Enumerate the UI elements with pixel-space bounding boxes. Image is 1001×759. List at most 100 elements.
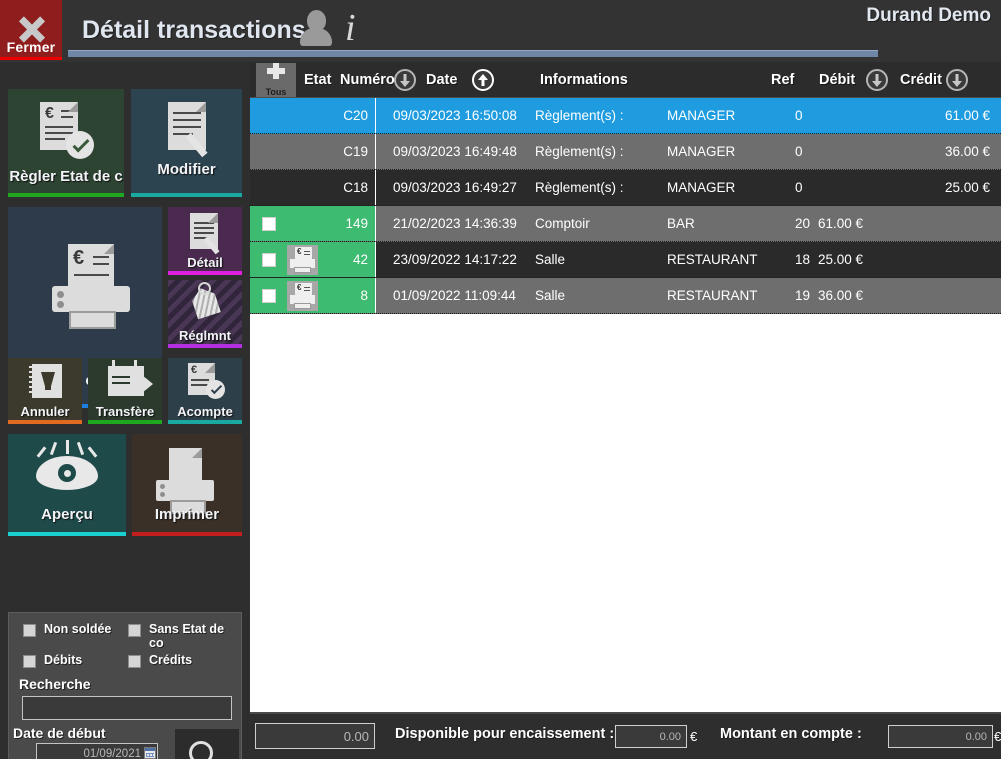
cell-debit: 61.00 € bbox=[818, 216, 864, 231]
cell-ref: 19 bbox=[795, 288, 811, 303]
tile-label: Réglmnt bbox=[179, 328, 231, 343]
search-input[interactable] bbox=[22, 696, 232, 720]
cell-who: RESTAURANT bbox=[667, 288, 758, 303]
divider bbox=[250, 712, 1001, 714]
cell-ref: 20 bbox=[795, 216, 811, 231]
sort-debit-desc-button[interactable] bbox=[866, 69, 888, 91]
cell-informations: Salle bbox=[535, 288, 566, 303]
column-header-debit[interactable]: Débit bbox=[819, 72, 855, 88]
cell-ref: 0 bbox=[795, 144, 803, 159]
page-title: Détail transactions bbox=[82, 16, 306, 44]
tile-label: Aperçu bbox=[41, 506, 93, 523]
tile-reglement[interactable]: Réglmnt bbox=[168, 280, 242, 348]
table-row[interactable]: C20 09/03/2023 16:50:08 Règlement(s) : MANA… bbox=[250, 98, 1001, 134]
table-body: C20 09/03/2023 16:50:08 Règlement(s) : MANA… bbox=[250, 98, 1001, 759]
column-divider bbox=[375, 206, 376, 241]
printer-icon bbox=[169, 448, 202, 480]
bottom-summary-bar: Disponible pour encaissement : € Montant… bbox=[250, 712, 1001, 759]
checkbox-credits[interactable] bbox=[128, 655, 141, 668]
tile-label: Annuler bbox=[20, 404, 70, 419]
info-icon[interactable]: i bbox=[345, 8, 369, 50]
cell-date: 21/02/2023 14:36:39 bbox=[393, 216, 517, 231]
table-row[interactable]: €8 01/09/2022 11:09:44 Salle RESTAURANT 19 36… bbox=[250, 278, 1001, 314]
checkbox-label: Débits bbox=[44, 653, 83, 667]
available-label: Disponible pour encaissement : bbox=[395, 726, 615, 742]
date-start-label: Date de début bbox=[13, 725, 106, 741]
tile-annuler[interactable]: Annuler bbox=[8, 358, 82, 424]
checkbox-label: Crédits bbox=[149, 653, 193, 667]
document-edit-icon bbox=[168, 102, 206, 150]
column-divider bbox=[375, 242, 376, 277]
title-bar: Fermer Détail transactions i Durand Demo bbox=[0, 0, 1001, 62]
checkbox-sans-etat-de-compte[interactable] bbox=[128, 624, 141, 637]
checkbox-non-soldee[interactable] bbox=[23, 624, 36, 637]
tile-label: Modifier bbox=[157, 161, 216, 178]
sort-credit-desc-button[interactable] bbox=[946, 69, 968, 91]
cell-numero: C19 bbox=[343, 144, 368, 159]
tile-acompte[interactable]: € Acompte bbox=[168, 358, 242, 424]
cell-numero: 149 bbox=[345, 216, 368, 231]
cell-numero: 42 bbox=[352, 252, 368, 267]
cell-debit: 25.00 € bbox=[818, 252, 864, 267]
tile-transfere[interactable]: Transfère bbox=[88, 358, 162, 424]
tile-detail[interactable]: Détail bbox=[168, 207, 242, 275]
column-header-date[interactable]: Date bbox=[426, 72, 457, 88]
column-header-etat[interactable]: Etat bbox=[304, 72, 331, 88]
available-field[interactable] bbox=[615, 725, 687, 748]
checkbox-label: Sans Etat de co bbox=[149, 622, 225, 650]
cell-debit: 36.00 € bbox=[818, 288, 864, 303]
sort-date-asc-button[interactable] bbox=[472, 69, 494, 91]
account-label: Montant en compte : bbox=[720, 726, 862, 742]
calendar-icon[interactable] bbox=[144, 747, 156, 759]
cell-date: 09/03/2023 16:49:48 bbox=[393, 144, 517, 159]
close-icon bbox=[14, 14, 48, 42]
table-row[interactable]: €42 23/09/2022 14:17:22 Salle RESTAURANT 18 2… bbox=[250, 242, 1001, 278]
table-row[interactable]: C18 09/03/2023 16:49:27 Règlement(s) : MANA… bbox=[250, 170, 1001, 206]
table-header: Tous Etat Numéro Date Informations Ref D… bbox=[250, 62, 1001, 98]
add-all-label: Tous bbox=[265, 87, 287, 97]
column-header-credit[interactable]: Crédit bbox=[900, 72, 942, 88]
add-all-button[interactable]: Tous bbox=[256, 63, 296, 97]
column-divider bbox=[375, 134, 376, 169]
cell-who: BAR bbox=[667, 216, 695, 231]
cell-credit: 25.00 € bbox=[944, 180, 990, 195]
cell-credit: 36.00 € bbox=[944, 144, 990, 159]
cell-date: 01/09/2022 11:09:44 bbox=[393, 288, 516, 303]
column-divider bbox=[375, 170, 376, 205]
column-header-informations[interactable]: Informations bbox=[540, 72, 628, 88]
table-row[interactable]: C19 09/03/2023 16:49:48 Règlement(s) : MANA… bbox=[250, 134, 1001, 170]
checkbox-debits[interactable] bbox=[23, 655, 36, 668]
magnifier-icon bbox=[189, 741, 213, 759]
app-window: Fermer Détail transactions i Durand Demo… bbox=[0, 0, 1001, 759]
column-header-numero[interactable]: Numéro bbox=[340, 72, 395, 88]
tile-modifier[interactable]: Modifier bbox=[131, 89, 242, 197]
cell-numero: C20 bbox=[343, 108, 368, 123]
user-avatar-icon[interactable] bbox=[298, 8, 334, 48]
date-start-input[interactable] bbox=[36, 743, 158, 759]
title-underline bbox=[68, 50, 878, 57]
print-invoice-icon: € bbox=[68, 244, 114, 286]
tile-label: Acompte bbox=[177, 404, 233, 419]
account-field[interactable] bbox=[888, 725, 993, 748]
total-field[interactable] bbox=[255, 723, 375, 749]
close-button[interactable]: Fermer bbox=[0, 0, 62, 60]
search-label: Recherche bbox=[19, 676, 91, 692]
tile-label: Imprimer bbox=[154, 506, 220, 523]
cell-informations: Règlement(s) : bbox=[535, 180, 624, 195]
sidebar: € Règler Etat de c Modifier € Etat de co… bbox=[0, 62, 250, 759]
tile-label: Transfère bbox=[95, 404, 155, 419]
sort-numero-desc-button[interactable] bbox=[394, 69, 416, 91]
checkbox-label: Non soldée bbox=[44, 622, 112, 636]
filter-panel: Non soldée Sans Etat de co Débits Crédit… bbox=[8, 612, 242, 759]
tile-label: Détail bbox=[187, 255, 223, 270]
cell-who: MANAGER bbox=[667, 180, 736, 195]
cell-numero: 8 bbox=[360, 288, 368, 303]
tile-regler-etat-de-compte[interactable]: € Règler Etat de c bbox=[8, 89, 124, 197]
tile-imprimer[interactable]: Imprimer bbox=[132, 434, 242, 536]
tile-apercu[interactable]: Aperçu bbox=[8, 434, 126, 536]
cell-informations: Comptoir bbox=[535, 216, 590, 231]
table-row[interactable]: 149 21/02/2023 14:36:39 Comptoir BAR 20 61.00… bbox=[250, 206, 1001, 242]
cell-who: MANAGER bbox=[667, 108, 736, 123]
filter-button[interactable]: Filtrer bbox=[175, 729, 239, 759]
column-header-ref[interactable]: Ref bbox=[771, 72, 794, 88]
